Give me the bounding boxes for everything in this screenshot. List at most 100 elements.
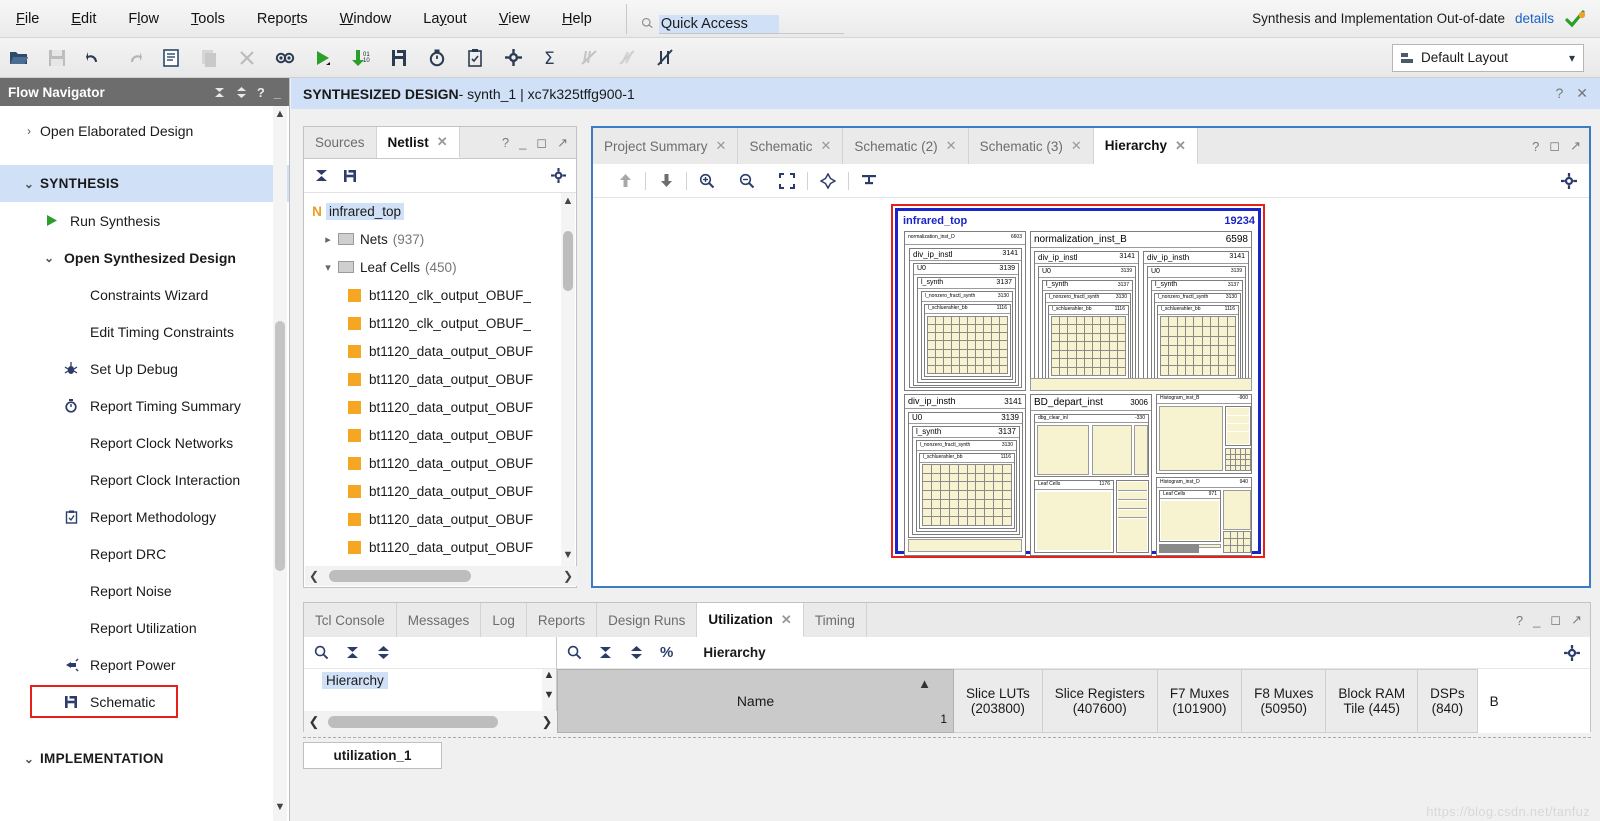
schematic-icon[interactable] (343, 169, 357, 183)
list-item[interactable]: bt1120_data_output_OBUF (304, 337, 576, 365)
help-icon[interactable]: ? (1516, 613, 1523, 628)
scroll-thumb[interactable] (328, 716, 498, 728)
sort-asc-icon[interactable]: ▲ (918, 676, 931, 691)
sidebar-section-implementation[interactable]: ⌄ IMPLEMENTATION (0, 740, 289, 777)
scroll-right-icon[interactable]: ❯ (559, 569, 577, 583)
netlist-vertical-scrollbar[interactable]: ▲ ▼ (561, 193, 575, 567)
tab-messages[interactable]: Messages (397, 603, 482, 637)
scroll-up-icon[interactable]: ▲ (542, 669, 556, 689)
scroll-left-icon[interactable]: ❮ (304, 714, 324, 730)
list-item[interactable]: bt1120_data_output_OBUF (304, 477, 576, 505)
menu-window[interactable]: Window (324, 7, 408, 31)
up-arrow-icon[interactable] (605, 167, 645, 195)
close-icon[interactable]: ✕ (946, 138, 957, 154)
list-item[interactable]: bt1120_data_output_OBUF (304, 421, 576, 449)
tab-netlist[interactable]: Netlist ✕ (376, 127, 460, 158)
sidebar-item-run-synthesis[interactable]: Run Synthesis (0, 202, 289, 239)
netlist-horizontal-scrollbar[interactable]: ❮ ❯ (305, 566, 577, 586)
list-item[interactable]: bt1120_data_output_OBUF (304, 365, 576, 393)
sidebar-item-edit-timing-constraints[interactable]: Edit Timing Constraints (0, 313, 289, 350)
float-icon[interactable]: ↗ (557, 135, 568, 151)
tab-schematic[interactable]: Schematic ✕ (738, 128, 844, 164)
sidebar-item-set-up-debug[interactable]: Set Up Debug (0, 350, 289, 387)
flow-navigator-scrollbar[interactable]: ▲ ▼ (273, 106, 287, 821)
status-details-link[interactable]: details (1515, 11, 1554, 26)
close-icon[interactable]: ✕ (437, 134, 448, 150)
collapse-all-icon[interactable] (314, 168, 329, 183)
diagram-block-div-ip-insth-bottom[interactable]: div_ip_insth 3141 U0 3139 l_synth 3137 l… (904, 394, 1026, 556)
close-icon[interactable]: ✕ (716, 138, 727, 154)
undo-icon[interactable] (76, 41, 114, 75)
zoom-fit-icon[interactable] (767, 167, 807, 195)
menu-reports[interactable]: Reports (241, 7, 324, 31)
cancel-icon[interactable] (646, 41, 684, 75)
scroll-up-icon[interactable]: ▲ (561, 195, 575, 211)
column-header-slice-luts[interactable]: Slice LUTs (203800) (954, 669, 1043, 733)
column-header-block-ram[interactable]: Block RAM Tile (445) (1326, 669, 1419, 733)
sidebar-item-report-methodology[interactable]: Report Methodology (0, 498, 289, 535)
close-icon[interactable]: ✕ (1071, 138, 1082, 154)
zoom-in-icon[interactable] (687, 167, 727, 195)
menu-view[interactable]: View (483, 7, 546, 31)
column-header-dsps[interactable]: DSPs (840) (1418, 669, 1478, 733)
gear-icon[interactable] (551, 168, 566, 183)
gear-icon[interactable] (1561, 172, 1577, 189)
sidebar-item-constraints-wizard[interactable]: Constraints Wizard (0, 276, 289, 313)
maximize-icon[interactable]: ◻ (1549, 138, 1560, 154)
settings-gear-icon[interactable] (494, 41, 532, 75)
run-synthesis-icon[interactable] (304, 41, 342, 75)
collapse-all-icon[interactable] (213, 86, 226, 99)
scroll-down-icon[interactable]: ▼ (273, 801, 287, 817)
maximize-icon[interactable]: ◻ (536, 135, 547, 151)
tab-utilization[interactable]: Utilization ✕ (697, 603, 804, 637)
sidebar-item-report-drc[interactable]: Report DRC (0, 535, 289, 572)
column-header-f8-muxes[interactable]: F8 Muxes (50950) (1242, 669, 1327, 733)
scroll-down-icon[interactable]: ▼ (561, 549, 575, 565)
bottom-left-scrollbar[interactable]: ▲ ▼ (542, 669, 556, 711)
open-project-icon[interactable] (0, 41, 38, 75)
scroll-up-icon[interactable]: ▲ (273, 108, 287, 124)
sidebar-item-report-clock-interaction[interactable]: Report Clock Interaction (0, 461, 289, 498)
column-header-b[interactable]: B (1477, 669, 1511, 733)
scroll-down-icon[interactable]: ▼ (542, 689, 556, 709)
list-item[interactable]: bt1120_data_output_OBUF (304, 505, 576, 533)
bottom-left-hscrollbar[interactable]: ❮ ❯ (304, 711, 557, 733)
tree-node-nets[interactable]: ▸ Nets (937) (304, 225, 576, 253)
percent-icon[interactable]: % (660, 644, 673, 661)
close-icon[interactable]: ✕ (781, 612, 792, 628)
menu-file[interactable]: File (0, 7, 55, 31)
tab-log[interactable]: Log (481, 603, 527, 637)
sigma-icon[interactable]: Σ (532, 41, 570, 75)
layout-select[interactable]: Default Layout ▾ (1392, 43, 1584, 72)
chevron-down-icon[interactable]: ▾ (318, 261, 338, 274)
menu-tools[interactable]: Tools (175, 7, 241, 31)
scroll-thumb[interactable] (563, 231, 573, 291)
tree-node-leaf-cells[interactable]: ▾ Leaf Cells (450) (304, 253, 576, 281)
hierarchy-canvas[interactable]: infrared_top 19234 normalization_inst_D … (593, 198, 1589, 586)
diagram-block-histogram-inst-d[interactable]: Histogram_inst_D 940 Leaf Cells 971 (1156, 477, 1252, 556)
help-icon[interactable]: ? (502, 135, 509, 150)
column-header-f7-muxes[interactable]: F7 Muxes (101900) (1157, 669, 1243, 733)
tab-sources[interactable]: Sources (304, 127, 377, 158)
tab-project-summary[interactable]: Project Summary ✕ (593, 128, 739, 164)
tab-schematic-3[interactable]: Schematic (3) ✕ (969, 128, 1094, 164)
sidebar-item-report-timing-summary[interactable]: Report Timing Summary (0, 387, 289, 424)
close-icon[interactable]: ✕ (1175, 138, 1186, 154)
sidebar-item-open-elaborated-design[interactable]: › Open Elaborated Design (0, 112, 289, 149)
minimize-icon[interactable]: _ (1533, 613, 1540, 628)
column-header-name[interactable]: Name ▲ 1 (557, 669, 954, 733)
collapse-icon[interactable] (849, 167, 889, 195)
scroll-thumb[interactable] (275, 321, 285, 571)
down-arrow-icon[interactable] (646, 167, 686, 195)
list-item[interactable]: bt1120_clk_output_OBUF_ (304, 281, 576, 309)
close-icon[interactable]: ✕ (1576, 85, 1588, 102)
search-find-icon[interactable] (266, 41, 304, 75)
list-item[interactable]: bt1120_data_output_OBUF (304, 393, 576, 421)
menu-edit[interactable]: Edit (55, 7, 112, 31)
sidebar-item-report-noise[interactable]: Report Noise (0, 572, 289, 609)
save-icon[interactable] (38, 41, 76, 75)
sidebar-item-schematic[interactable]: Schematic (0, 683, 289, 720)
tree-root-infrared-top[interactable]: N infrared_top (304, 197, 576, 225)
chevron-right-icon[interactable]: ▸ (318, 233, 338, 246)
expand-all-icon[interactable] (629, 645, 644, 660)
